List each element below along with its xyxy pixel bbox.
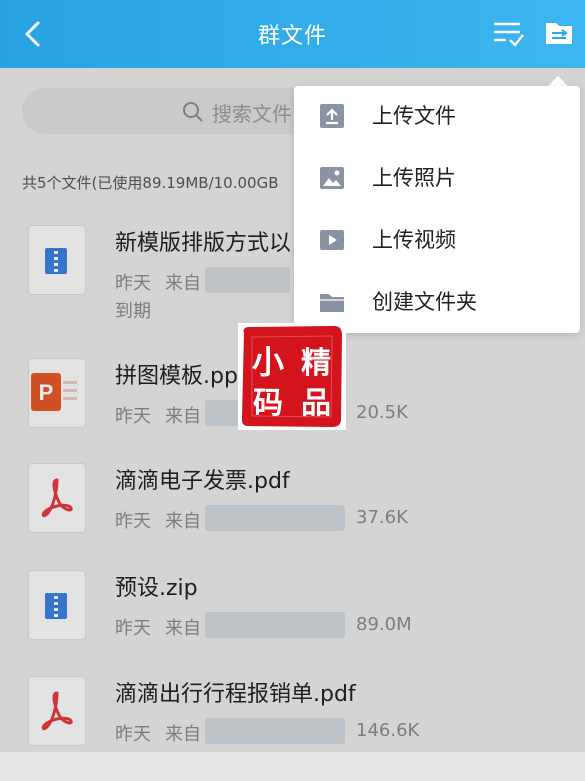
menu-item-upload-file[interactable]: 上传文件: [294, 86, 580, 148]
svg-text:小: 小: [252, 343, 284, 381]
multi-select-icon[interactable]: [492, 18, 526, 50]
transfer-icon[interactable]: [544, 18, 574, 48]
watermark-stamp: 小 精 码 品: [238, 323, 346, 430]
menu-caret: [548, 76, 568, 86]
svg-text:品: 品: [301, 386, 331, 421]
upload-menu: 上传文件 上传照片 上传视频 创建文件夹: [294, 86, 580, 333]
menu-item-upload-video[interactable]: 上传视频: [294, 210, 580, 272]
svg-text:码: 码: [253, 386, 283, 421]
create-folder-icon: [320, 294, 344, 312]
menu-item-label: 上传文件: [372, 104, 456, 128]
menu-item-label: 创建文件夹: [372, 290, 477, 314]
upload-photo-icon: [320, 167, 344, 189]
menu-item-upload-photo[interactable]: 上传照片: [294, 148, 580, 210]
header-bar: 群文件: [0, 0, 585, 68]
menu-item-label: 上传照片: [372, 166, 456, 190]
upload-video-icon: [320, 230, 344, 250]
menu-item-label: 上传视频: [372, 228, 456, 252]
upload-file-icon: [320, 104, 344, 128]
svg-text:精: 精: [301, 346, 331, 381]
